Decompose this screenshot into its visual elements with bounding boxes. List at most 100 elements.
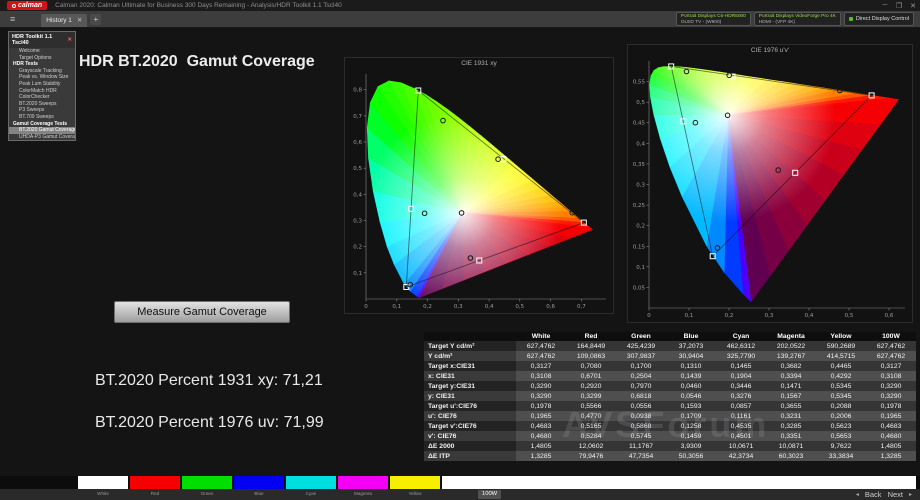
table-cell: 0,5165 (566, 421, 616, 431)
svg-text:0,3: 0,3 (353, 219, 362, 225)
svg-text:0,5: 0,5 (636, 100, 645, 106)
table-cell: 0,0857 (716, 401, 766, 411)
svg-text:0,2: 0,2 (636, 224, 645, 230)
table-cell: 0,2920 (566, 381, 616, 391)
pattern-swatch-white (78, 476, 128, 489)
table-row: Target y:CIE310,32900,29200,79700,04600,… (424, 381, 916, 391)
maximize-button[interactable]: ❐ (892, 2, 906, 10)
table-cell: 79,9476 (566, 451, 616, 461)
table-row: x: CIE310,31080,67010,25040,14390,19040,… (424, 371, 916, 381)
svg-text:0,7: 0,7 (577, 304, 586, 310)
table-column-header: Yellow (816, 332, 866, 341)
table-cell: 0,4292 (816, 371, 866, 381)
sidebar-item-colorchecker[interactable]: ColorChecker (9, 94, 75, 101)
table-cell: 47,7354 (616, 451, 666, 461)
sidebar-close-icon[interactable]: ✕ (67, 37, 72, 43)
menu-icon[interactable]: ≡ (10, 14, 15, 24)
svg-text:0,1: 0,1 (392, 304, 401, 310)
table-row-label: u': CIE76 (424, 411, 516, 421)
sidebar-item-gamut-coverage-tests[interactable]: Gamut Coverage Tests (9, 121, 75, 128)
sidebar-item-welcome[interactable]: Welcome (9, 48, 75, 55)
pattern-swatch-100-white (442, 476, 916, 489)
direct-display-control-button[interactable]: Direct Display Control (844, 12, 914, 26)
sidebar-item-bt-2020-gamut-coverage[interactable]: BT.2020 Gamut Coverage (9, 127, 75, 134)
cie-1931-chart-panel: CIE 1931 xy 00,10,20,30,40,50,60,70,10,2… (344, 57, 614, 314)
meter-device-button[interactable]: Portrait Displays C6-HDR5000 OLED TV - (… (676, 12, 751, 26)
generator-device-button[interactable]: Portrait Displays VideoForge Pro 4K HDMI… (754, 12, 841, 26)
table-cell: 0,1161 (716, 411, 766, 421)
table-cell: 139,2767 (766, 351, 816, 361)
svg-text:0,6: 0,6 (885, 313, 894, 319)
table-row-label: v': CIE76 (424, 431, 516, 441)
table-column-header: Green (616, 332, 666, 341)
sidebar-item-target-options[interactable]: Target Options (9, 55, 75, 62)
svg-text:0,5: 0,5 (515, 304, 524, 310)
table-cell: 0,3290 (516, 381, 566, 391)
pattern-swatch-blue (234, 476, 284, 489)
table-cell: 0,4501 (716, 431, 766, 441)
table-cell: 0,3290 (516, 391, 566, 401)
table-row: y: CIE310,32900,32990,68180,05460,32760,… (424, 391, 916, 401)
table-cell: 0,3108 (516, 371, 566, 381)
sidebar-item-bt-2020-sweeps[interactable]: BT.2020 Sweeps (9, 101, 75, 108)
sidebar-item-bt-709-sweeps[interactable]: BT.709 Sweeps (9, 114, 75, 121)
swatch-label: Cyan (286, 491, 336, 496)
table-cell: 0,1258 (666, 421, 716, 431)
table-cell: 0,3446 (716, 381, 766, 391)
calman-logo[interactable]: calman (7, 1, 47, 10)
table-cell: 0,1700 (616, 361, 666, 371)
table-cell: 12,0602 (566, 441, 616, 451)
sidebar-item-hdr-tests[interactable]: HDR Tests (9, 61, 75, 68)
table-cell: 0,5345 (816, 391, 866, 401)
table-cell: 0,1965 (516, 411, 566, 421)
pattern-swatch-bar (0, 476, 920, 489)
table-cell: 0,3127 (866, 361, 916, 371)
table-column-header: Magenta (766, 332, 816, 341)
table-column-header: Blue (666, 332, 716, 341)
sidebar-item-peak-vs-window-size[interactable]: Peak vs. Window Size (9, 74, 75, 81)
tab-bar: ≡ History 1 ✕ + Portrait Displays C6-HDR… (0, 11, 920, 28)
table-column-header: White (516, 332, 566, 341)
table-row: Target u':CIE760,19780,55660,05560,15930… (424, 401, 916, 411)
cie-1931-chart-title: CIE 1931 xy (345, 58, 613, 69)
table-row-label: Target x:CIE31 (424, 361, 516, 371)
close-button[interactable]: ✕ (906, 2, 920, 10)
table-cell: 3,9309 (666, 441, 716, 451)
minimize-button[interactable]: ─ (878, 2, 892, 10)
table-column-header: Red (566, 332, 616, 341)
measure-gamut-coverage-button[interactable]: Measure Gamut Coverage (114, 301, 290, 323)
table-cell: 0,3655 (766, 401, 816, 411)
pattern-swatch-magenta (338, 476, 388, 489)
workflow-sidebar: HDR Toolkit 1.1 Tscl40 ✕ WelcomeTarget O… (8, 31, 76, 141)
table-cell: 0,3231 (766, 411, 816, 421)
table-cell: 0,3290 (866, 391, 916, 401)
generator-device-line2: HDMI - (VFP 4K) (759, 20, 836, 26)
current-pattern-badge: 100W (478, 490, 501, 499)
sidebar-item-uhda-p3-gamut-coverage[interactable]: UHDA-P3 Gamut Coverage (9, 134, 75, 141)
svg-text:0,35: 0,35 (633, 162, 646, 168)
sidebar-item-peak-lum-stability[interactable]: Peak Lum Stability (9, 81, 75, 88)
svg-text:0,6: 0,6 (546, 304, 555, 310)
table-row-label: Target v':CIE76 (424, 421, 516, 431)
next-button[interactable]: Next (888, 490, 903, 499)
new-tab-button[interactable]: + (90, 14, 101, 25)
table-cell: 37,2073 (666, 341, 716, 351)
sidebar-item-p3-sweeps[interactable]: P3 Sweeps (9, 107, 75, 114)
table-cell: 0,1965 (866, 411, 916, 421)
cie-1976-chart-panel: CIE 1976 u'v' 00,10,20,30,40,50,60,050,1… (627, 44, 913, 323)
table-cell: 0,4680 (516, 431, 566, 441)
sidebar-item-grayscale-tracking[interactable]: Grayscale Tracking (9, 68, 75, 75)
tab-close-icon[interactable]: ✕ (77, 14, 82, 27)
tab-history-1[interactable]: History 1 ✕ (41, 14, 87, 27)
svg-text:0,1: 0,1 (636, 265, 645, 271)
svg-text:0: 0 (647, 313, 651, 319)
table-row: Target x:CIE310,31270,70800,17000,13100,… (424, 361, 916, 371)
svg-text:0,25: 0,25 (633, 203, 646, 209)
bottom-bar: 100W ◂ Back Next ▸ WhiteRedGreenBlueCyan… (0, 489, 920, 500)
table-row-label: Target y:CIE31 (424, 381, 516, 391)
table-cell: 0,0556 (616, 401, 666, 411)
back-button[interactable]: Back (865, 490, 882, 499)
sidebar-item-colormatch-hdr[interactable]: ColorMatch HDR (9, 88, 75, 95)
table-cell: 1,3285 (516, 451, 566, 461)
table-cell: 0,5345 (816, 381, 866, 391)
